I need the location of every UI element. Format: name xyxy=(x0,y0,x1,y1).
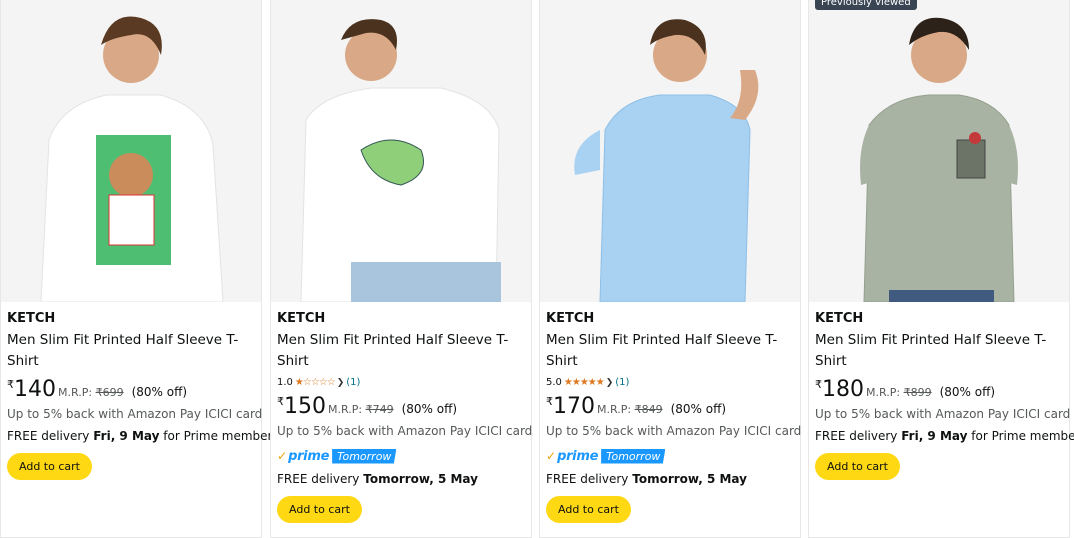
star-rating-icon: ★★★★★ xyxy=(563,377,605,388)
rating-count[interactable]: (1) xyxy=(615,377,629,389)
currency-symbol: ₹ xyxy=(546,395,553,408)
price-row: ₹ 180 M.R.P: ₹899 (80% off) xyxy=(815,378,1063,402)
mrp-label: M.R.P: ₹699 xyxy=(58,386,124,399)
delivery-prefix: FREE delivery xyxy=(815,429,902,443)
currency-symbol: ₹ xyxy=(815,378,822,391)
brand-name: KETCH xyxy=(815,311,864,326)
mrp-text: M.R.P: xyxy=(597,403,632,416)
product-card: KETCH Men Slim Fit Printed Half Sleeve T… xyxy=(539,0,801,538)
product-title[interactable]: Men Slim Fit Printed Half Sleeve T-Shirt xyxy=(277,330,525,372)
product-image[interactable] xyxy=(1,0,261,302)
chevron-down-icon[interactable]: ❯ xyxy=(337,377,345,389)
mrp-value: ₹849 xyxy=(634,403,663,416)
prime-tomorrow-tag: Tomorrow xyxy=(332,448,397,464)
brand-name: KETCH xyxy=(7,311,56,326)
prime-tomorrow-tag: Tomorrow xyxy=(601,448,666,464)
product-title[interactable]: Men Slim Fit Printed Half Sleeve T-Shirt xyxy=(815,330,1063,372)
product-grid: KETCH Men Slim Fit Printed Half Sleeve T… xyxy=(0,0,1074,538)
delivery-date: Fri, 9 May xyxy=(93,429,160,443)
currency-symbol: ₹ xyxy=(7,378,14,391)
delivery-prefix: FREE delivery xyxy=(7,429,94,443)
brand-name: KETCH xyxy=(546,311,595,326)
delivery-prefix: FREE delivery xyxy=(277,472,364,486)
price: 170 xyxy=(553,394,595,419)
mrp-value: ₹749 xyxy=(365,403,394,416)
mrp-value: ₹899 xyxy=(903,386,932,399)
rating-count[interactable]: (1) xyxy=(346,377,360,389)
discount: (80% off) xyxy=(670,402,727,416)
delivery-info: FREE delivery Fri, 9 May for Prime membe… xyxy=(7,428,279,444)
price: 140 xyxy=(14,377,56,402)
discount: (80% off) xyxy=(131,385,188,399)
product-card: KETCH Men Slim Fit Printed Half Sleeve T… xyxy=(270,0,532,538)
delivery-date: Tomorrow, 5 May xyxy=(363,472,478,486)
product-title[interactable]: Men Slim Fit Printed Half Sleeve T-Shirt xyxy=(546,330,794,372)
add-to-cart-button[interactable]: Add to cart xyxy=(277,496,362,523)
product-card: KETCH Men Slim Fit Printed Half Sleeve T… xyxy=(0,0,279,538)
mrp-text: M.R.P: xyxy=(58,386,93,399)
price: 150 xyxy=(284,394,326,419)
price: 180 xyxy=(822,377,864,402)
prime-check-icon: ✓ xyxy=(277,449,288,463)
rating[interactable]: 5.0 ★★★★★ ❯ (1) xyxy=(546,377,794,389)
delivery-info: FREE delivery Tomorrow, 5 May xyxy=(546,471,794,487)
cashback-offer: Up to 5% back with Amazon Pay ICICI card xyxy=(815,407,1071,421)
prime-logo: prime xyxy=(288,448,330,464)
price-row: ₹ 170 M.R.P: ₹849 (80% off) xyxy=(546,395,794,419)
delivery-suffix: for Prime members xyxy=(159,429,279,443)
previously-viewed-badge: Previously viewed xyxy=(815,0,917,10)
delivery-prefix: FREE delivery xyxy=(546,472,633,486)
mrp-label: M.R.P: ₹849 xyxy=(597,403,663,416)
rating-value: 1.0 xyxy=(277,377,293,388)
prime-logo: prime xyxy=(557,448,599,464)
prime-badge: ✓ prime Tomorrow xyxy=(546,447,794,465)
prime-badge: ✓ prime Tomorrow xyxy=(277,447,525,465)
discount: (80% off) xyxy=(401,402,458,416)
cashback-offer: Up to 5% back with Amazon Pay ICICI card xyxy=(546,424,802,438)
delivery-date: Tomorrow, 5 May xyxy=(632,472,747,486)
product-image[interactable]: Previously viewed xyxy=(809,0,1069,302)
delivery-suffix: for Prime members xyxy=(971,429,1074,443)
add-to-cart-button[interactable]: Add to cart xyxy=(815,453,900,480)
star-rating-icon: ★☆☆☆☆ xyxy=(294,377,336,388)
mrp-text: M.R.P: xyxy=(328,403,363,416)
cashback-offer: Up to 5% back with Amazon Pay ICICI card xyxy=(7,407,263,421)
product-image[interactable] xyxy=(540,0,800,302)
price-row: ₹ 140 M.R.P: ₹699 (80% off) xyxy=(7,378,255,402)
product-title[interactable]: Men Slim Fit Printed Half Sleeve T-Shirt xyxy=(7,330,255,372)
prime-check-icon: ✓ xyxy=(546,449,557,463)
price-row: ₹ 150 M.R.P: ₹749 (80% off) xyxy=(277,395,525,419)
cashback-offer: Up to 5% back with Amazon Pay ICICI card xyxy=(277,424,533,438)
product-card: Previously viewed KETCH Men Slim Fit Pri… xyxy=(808,0,1074,538)
discount: (80% off) xyxy=(939,385,996,399)
rating[interactable]: 1.0 ★☆☆☆☆ ❯ (1) xyxy=(277,377,525,389)
mrp-value: ₹699 xyxy=(95,386,124,399)
add-to-cart-button[interactable]: Add to cart xyxy=(546,496,631,523)
mrp-text: M.R.P: xyxy=(866,386,901,399)
add-to-cart-button[interactable]: Add to cart xyxy=(7,453,92,480)
delivery-info: FREE delivery Fri, 9 May for Prime membe… xyxy=(815,428,1074,444)
mrp-label: M.R.P: ₹899 xyxy=(866,386,932,399)
rating-value: 5.0 xyxy=(546,377,562,388)
mrp-label: M.R.P: ₹749 xyxy=(328,403,394,416)
currency-symbol: ₹ xyxy=(277,395,284,408)
brand-name: KETCH xyxy=(277,311,326,326)
delivery-info: FREE delivery Tomorrow, 5 May xyxy=(277,471,525,487)
chevron-down-icon[interactable]: ❯ xyxy=(606,377,614,389)
delivery-date: Fri, 9 May xyxy=(901,429,968,443)
product-image[interactable] xyxy=(271,0,531,302)
